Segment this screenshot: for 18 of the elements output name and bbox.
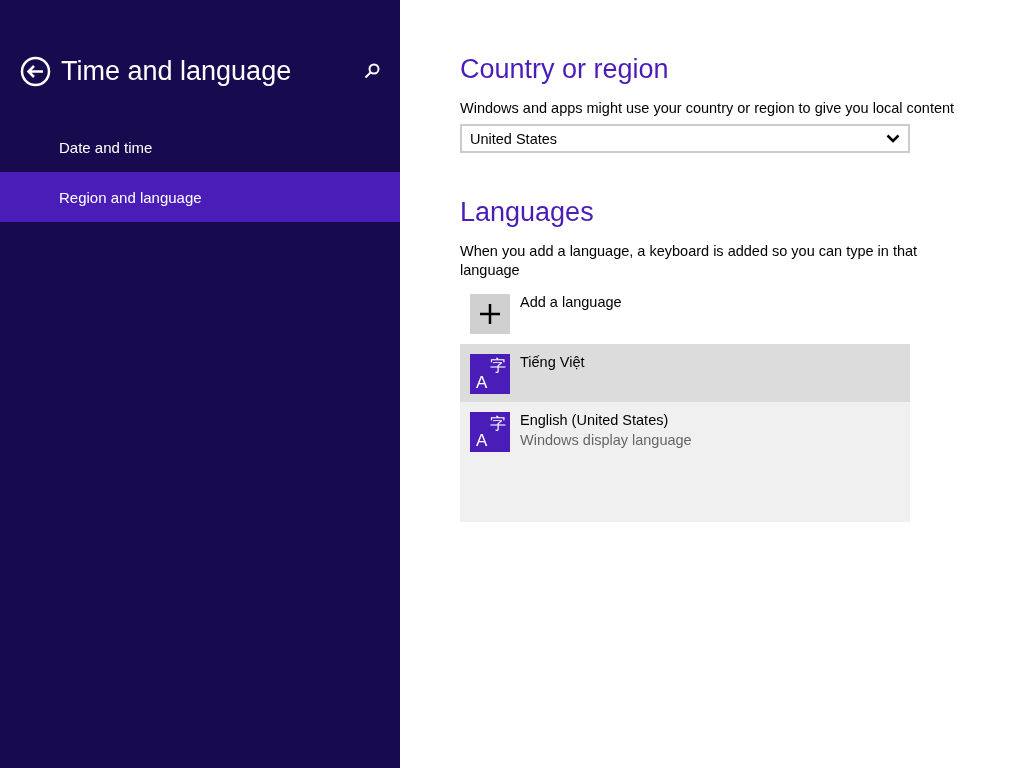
add-language-label[interactable]: Add a language	[520, 294, 622, 310]
chevron-icon	[886, 134, 900, 143]
language-item[interactable]: A 字 English (United States) Windows display language	[460, 402, 910, 522]
add-button[interactable]	[470, 294, 510, 334]
sidebar-item[interactable]: Region and language	[0, 172, 400, 222]
description-text: When you add a language, a keyboard is added so you can type in that language	[460, 242, 919, 280]
back-icon[interactable]	[20, 55, 51, 87]
plus-icon	[480, 304, 500, 324]
section-heading: Country or region	[460, 54, 670, 85]
sidebar-item[interactable]: Date and time	[0, 122, 400, 172]
description-text: Windows and apps might use your country or region to give you local content	[460, 99, 956, 118]
language-icon: A 字	[470, 354, 510, 394]
language-item[interactable]: A 字 Tiếng Việt	[460, 344, 910, 402]
country-dropdown[interactable]: United States	[460, 124, 910, 153]
section-heading: Languages	[460, 197, 595, 228]
language-icon: A 字	[470, 412, 510, 452]
search-icon[interactable]	[364, 63, 380, 79]
page-title: Time and language	[61, 55, 293, 87]
